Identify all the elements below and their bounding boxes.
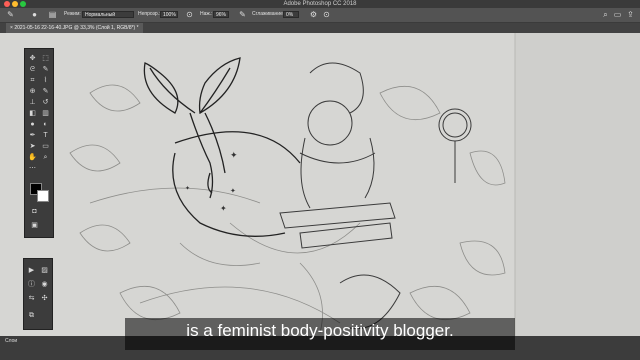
- dodge-tool-icon[interactable]: ◐: [41, 120, 50, 129]
- sketch-artwork: ✦ ✦ ✦ ✦: [0, 33, 640, 340]
- canvas[interactable]: ✦ ✦ ✦ ✦: [0, 33, 640, 340]
- clone-stamp-tool-icon[interactable]: ⊥: [28, 98, 37, 107]
- eyedropper-tool-icon[interactable]: ⌇: [41, 76, 50, 85]
- info-icon[interactable]: ⓘ: [27, 280, 36, 289]
- quick-select-tool-icon[interactable]: ✎: [41, 65, 50, 74]
- document-tab[interactable]: × 2021-05-16 22-16-40.JPG @ 33,3% (Слой …: [6, 23, 143, 33]
- marquee-tool-icon[interactable]: ⬚: [41, 54, 50, 63]
- move-tool-icon[interactable]: ✥: [28, 54, 37, 63]
- paths-icon[interactable]: ✣: [40, 294, 49, 303]
- background-color-swatch[interactable]: [37, 190, 49, 202]
- document-tab-label: 2021-05-16 22-16-40.JPG @ 33,3% (Слой 1,…: [14, 25, 139, 31]
- smoothing-options-icon[interactable]: ⚙: [309, 10, 318, 19]
- brush-tool-icon[interactable]: ✎: [6, 10, 15, 19]
- options-bar: ✎ ● ▤ Режим: Нормальный Непрозр.: 100% ⊙…: [0, 8, 640, 23]
- opacity-label: Непрозр.:: [138, 11, 161, 17]
- character-icon[interactable]: ⇆: [27, 294, 36, 303]
- smoothing-input[interactable]: 0%: [283, 11, 299, 18]
- play-icon[interactable]: ▶: [27, 266, 36, 275]
- lasso-tool-icon[interactable]: ᘓ: [28, 65, 37, 74]
- layers-panel-label[interactable]: Слои: [5, 338, 17, 344]
- eraser-tool-icon[interactable]: ◧: [28, 109, 37, 118]
- video-caption: is a feminist body-positivity blogger.: [186, 321, 454, 340]
- side-panel-dock: ▶ ▨ ⓘ ◉ ⇆ ✣ ⧉: [23, 258, 53, 330]
- crop-tool-icon[interactable]: ⌗: [28, 76, 37, 85]
- mode-select[interactable]: Нормальный: [82, 11, 134, 18]
- pressure-size-icon[interactable]: ⊙: [322, 10, 331, 19]
- brush-tool-icon[interactable]: ✎: [41, 87, 50, 96]
- shape-tool-icon[interactable]: ▭: [41, 142, 50, 151]
- more-tools-icon[interactable]: ⋯: [28, 164, 37, 173]
- title-bar: Adobe Photoshop CC 2018: [0, 0, 640, 8]
- tools-panel: ✥ ⬚ ᘓ ✎ ⌗ ⌇ ⊕ ✎ ⊥ ↺ ◧ ▥ ● ◐ ✒ T ➤ ▭ ✋ ⌕ …: [24, 48, 54, 238]
- properties-icon[interactable]: ◉: [40, 280, 49, 289]
- brush-settings-icon[interactable]: ▤: [48, 10, 57, 19]
- gradient-tool-icon[interactable]: ▥: [41, 109, 50, 118]
- airbrush-icon[interactable]: ✎: [238, 10, 247, 19]
- app-title: Adobe Photoshop CC 2018: [283, 1, 357, 7]
- blur-tool-icon[interactable]: ●: [28, 120, 37, 129]
- pressure-label: Наж.:: [200, 11, 213, 17]
- pressure-opacity-icon[interactable]: ⊙: [185, 10, 194, 19]
- path-selection-tool-icon[interactable]: ➤: [28, 142, 37, 151]
- svg-text:✦: ✦: [185, 185, 190, 192]
- quick-mask-icon[interactable]: ◘: [30, 207, 39, 216]
- healing-tool-icon[interactable]: ⊕: [28, 87, 37, 96]
- search-icon[interactable]: ⌕: [601, 10, 610, 19]
- adjustments-icon[interactable]: ▨: [40, 266, 49, 275]
- smoothing-label: Сглаживание:: [252, 11, 285, 17]
- opacity-input[interactable]: 100%: [160, 11, 178, 18]
- pressure-input[interactable]: 96%: [213, 11, 229, 18]
- brush-preset-picker-icon[interactable]: ●: [30, 10, 39, 19]
- document-tab-bar: × 2021-05-16 22-16-40.JPG @ 33,3% (Слой …: [0, 23, 640, 33]
- svg-text:✦: ✦: [230, 187, 236, 195]
- history-brush-tool-icon[interactable]: ↺: [41, 98, 50, 107]
- pen-tool-icon[interactable]: ✒: [28, 131, 37, 140]
- type-tool-icon[interactable]: T: [41, 131, 50, 140]
- screen-mode-icon[interactable]: ▣: [30, 221, 39, 230]
- svg-text:✦: ✦: [230, 150, 238, 160]
- hand-tool-icon[interactable]: ✋: [28, 153, 37, 162]
- layers-icon[interactable]: ⧉: [27, 311, 36, 320]
- svg-text:✦: ✦: [220, 204, 227, 213]
- mode-label: Режим:: [64, 11, 81, 17]
- zoom-tool-icon[interactable]: ⌕: [41, 153, 50, 162]
- share-icon[interactable]: ⇪: [626, 10, 635, 19]
- workspace-icon[interactable]: ▭: [613, 10, 622, 19]
